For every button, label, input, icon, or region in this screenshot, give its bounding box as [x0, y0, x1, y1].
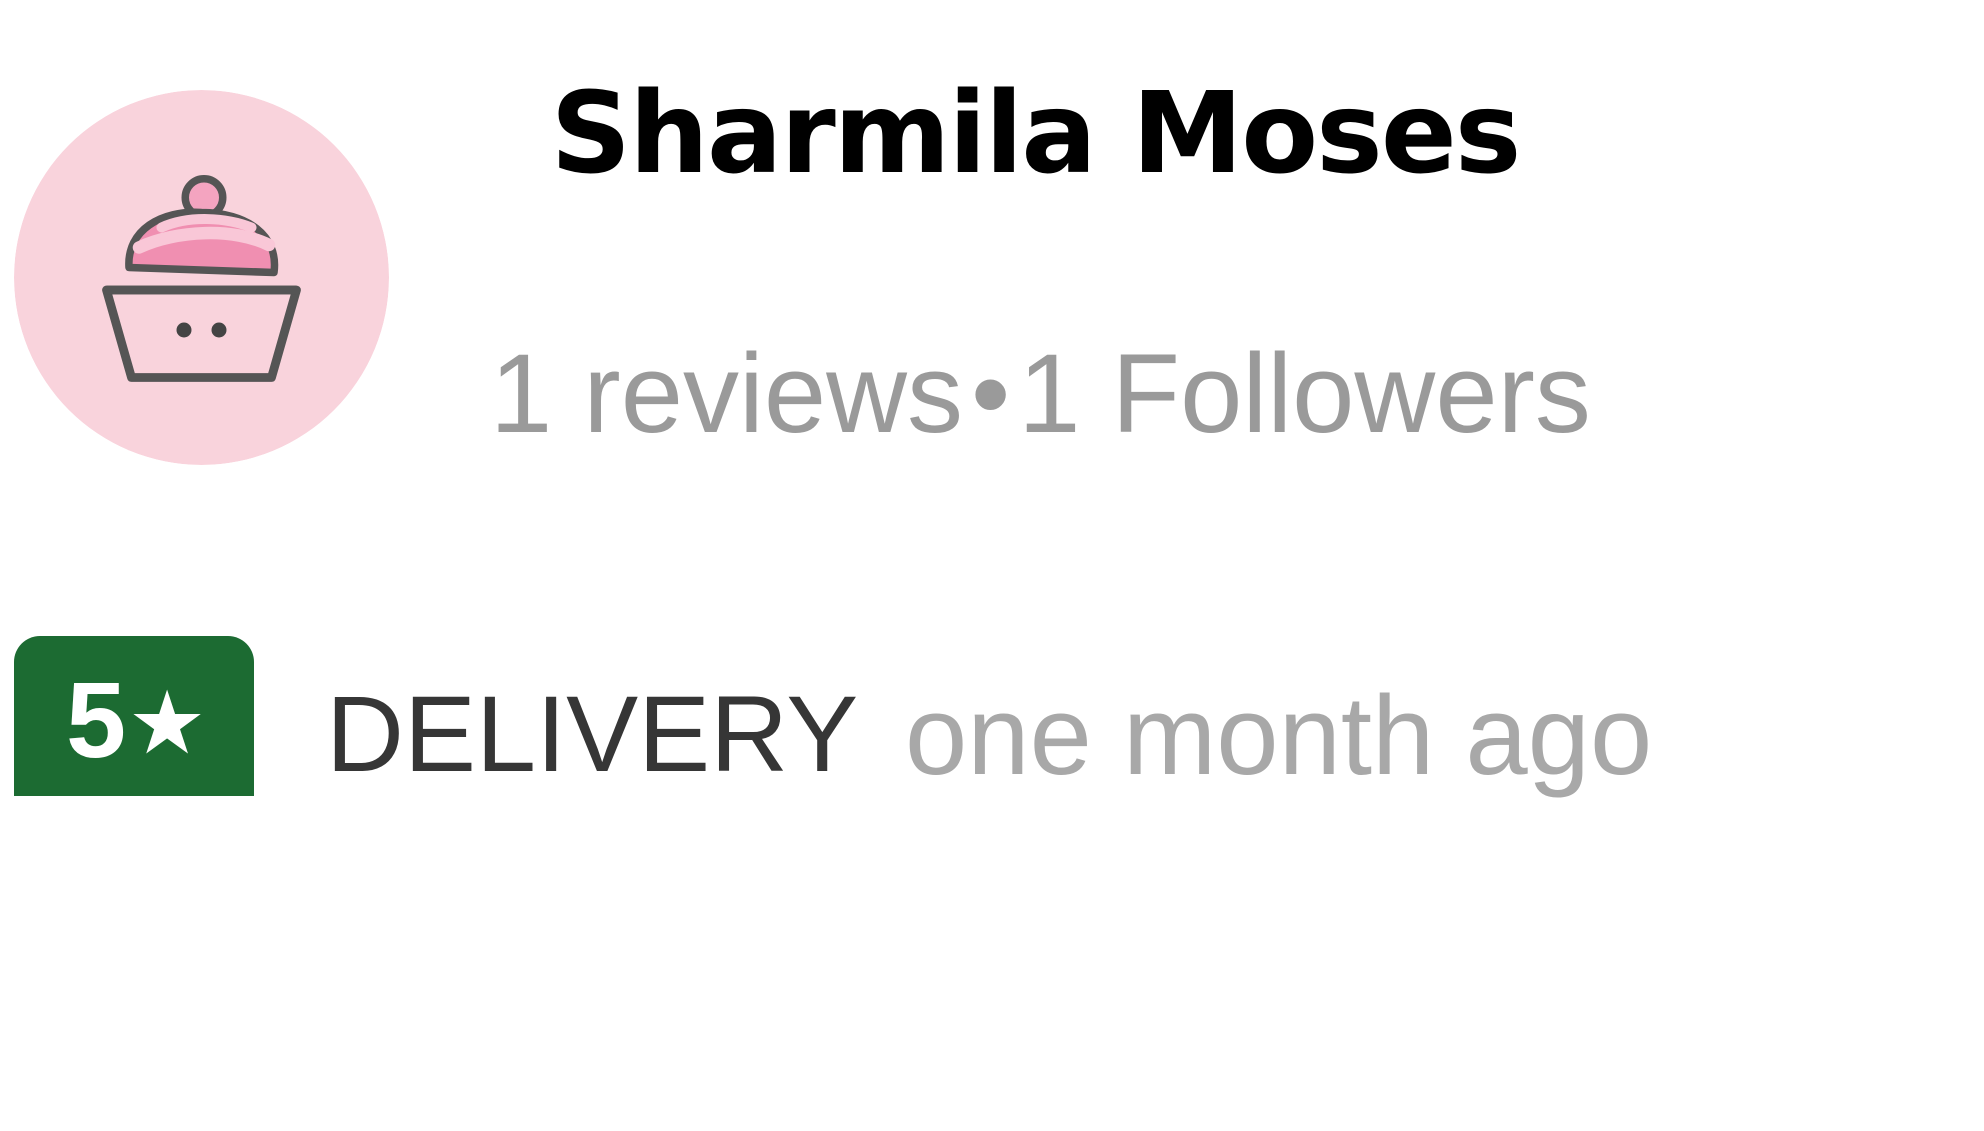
review-timestamp: one month ago [905, 673, 1653, 798]
star-icon: ★ [132, 679, 202, 767]
stats-separator: • [971, 331, 1011, 456]
followers-count[interactable]: 1 Followers [1018, 331, 1591, 456]
order-type-label: DELIVERY [326, 673, 859, 794]
reviewer-stats: 1 reviews•1 Followers [490, 338, 1591, 450]
reviews-count[interactable]: 1 reviews [490, 331, 963, 456]
rating-value: 5 [65, 658, 127, 780]
rating-badge: 5 ★ [14, 636, 254, 796]
reviewer-avatar[interactable] [14, 90, 389, 465]
cupcake-icon [14, 90, 389, 465]
